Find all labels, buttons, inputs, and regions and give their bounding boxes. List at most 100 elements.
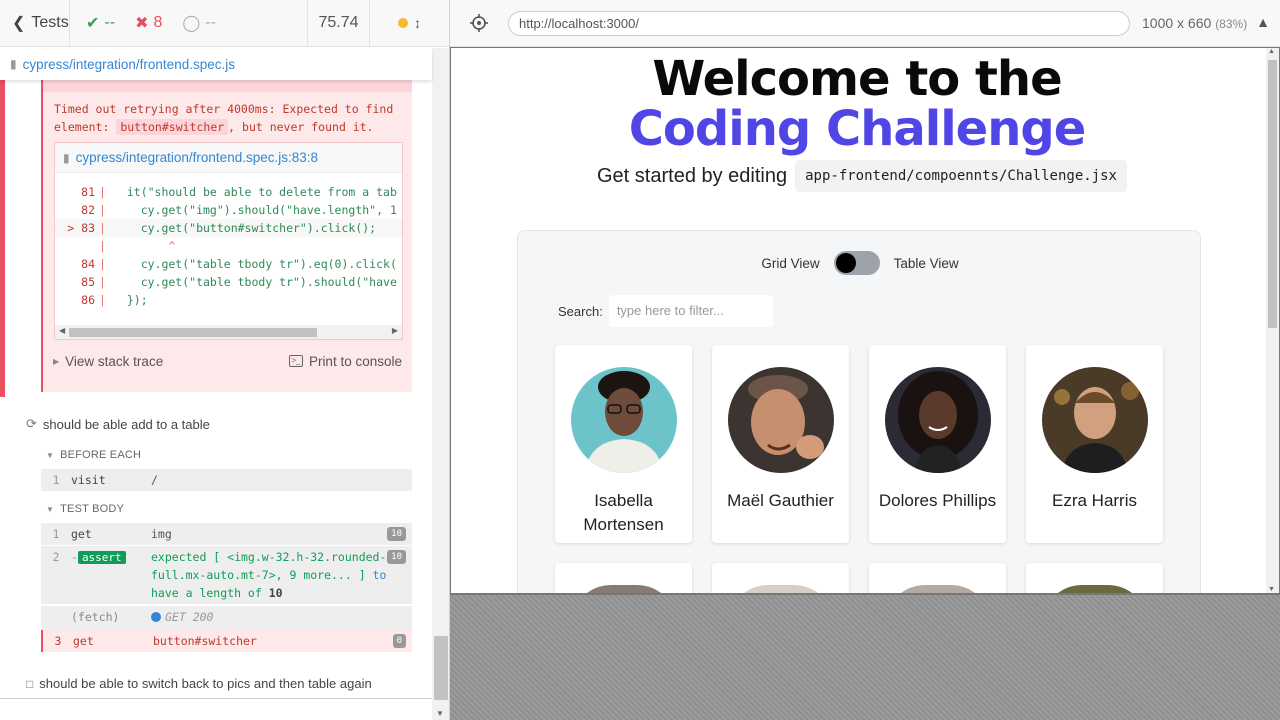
avatar [1042, 367, 1148, 473]
command-row[interactable]: 1 visit / [41, 469, 412, 491]
line-code: cy.get("button#switcher").click(); [113, 221, 377, 235]
command-row-failed[interactable]: 3 get button#switcher 0 [41, 630, 412, 652]
avatar [571, 585, 677, 593]
code-line: > 83 | cy.get("button#switcher").click(); [55, 219, 402, 237]
selector-playground-icon[interactable] [470, 14, 488, 32]
circle-icon: ◯ [182, 15, 201, 32]
code-line: 84 | cy.get("table tbody tr").eq(0).click… [55, 255, 402, 273]
scroll-right-icon[interactable]: ▶ [392, 326, 398, 335]
auto-scroll-toggle[interactable]: ↕ [370, 0, 449, 47]
triangle-down-icon: ▼ [46, 450, 55, 460]
code-frame-scrollbar[interactable]: ◀ ▶ [55, 325, 402, 339]
line-number: 86 [81, 293, 95, 307]
scrollbar-thumb[interactable] [69, 328, 317, 337]
code-frame-file-link[interactable]: ▮ cypress/integration/frontend.spec.js:8… [55, 143, 402, 173]
square-icon: □ [26, 676, 34, 691]
search-label: Search: [558, 303, 603, 319]
line-marker: | [99, 221, 106, 235]
reporter-scrollbar[interactable]: ▼ [432, 48, 449, 720]
portrait-face [605, 388, 643, 436]
line-number: 85 [81, 275, 95, 289]
triangle-down-icon: ▼ [46, 504, 55, 514]
app-under-test-panel: http://localhost:3000/ 1000 x 660 (83%) … [450, 0, 1280, 720]
url-field[interactable]: http://localhost:3000/ [508, 11, 1130, 36]
search-input[interactable]: type here to filter... [608, 295, 773, 327]
scroll-left-icon[interactable]: ◀ [59, 326, 65, 335]
before-each-hook[interactable]: ▼ BEFORE EACH [46, 449, 141, 461]
view-toggle-row: Grid View Table View [518, 251, 1202, 275]
spec-file-link[interactable]: ▮ cypress/integration/frontend.spec.js [0, 48, 432, 80]
person-card[interactable] [555, 563, 692, 593]
line-marker: | [99, 257, 106, 271]
print-to-console-button[interactable]: >_ Print to console [288, 354, 402, 369]
fetch-status-icon [151, 612, 161, 622]
person-card[interactable] [1026, 563, 1163, 593]
pending-stat: ◯ -- [182, 14, 216, 32]
view-switch[interactable] [833, 251, 880, 275]
person-name: Isabella Mortensen [583, 491, 664, 534]
chevron-up-icon[interactable]: ▲ [1256, 14, 1270, 30]
tests-label: Tests [31, 14, 69, 31]
passed-stat: ✔ -- [86, 14, 116, 32]
portrait-image [571, 367, 677, 473]
command-row-assert[interactable]: 2 - assert expected [ <img.w-32.h-32.roun… [41, 546, 412, 604]
page-title-line1: Welcome to the [652, 51, 1062, 107]
count-badge: 10 [387, 550, 406, 564]
scroll-arrows-icon: ↕ [414, 15, 421, 31]
line-code: cy.get("table tbody tr").should("have [113, 275, 397, 289]
person-name: Dolores Phillips [878, 491, 997, 510]
aut-header: http://localhost:3000/ 1000 x 660 (83%) … [450, 0, 1280, 47]
tests-nav-button[interactable]: ❮ Tests [0, 0, 70, 47]
running-indicator-icon [398, 18, 408, 28]
switch-knob [835, 253, 856, 273]
assert-badge: assert [77, 551, 126, 564]
avatar [571, 367, 677, 473]
person-card[interactable]: Maël Gauthier [712, 345, 849, 543]
avatar [728, 367, 834, 473]
person-card[interactable] [869, 563, 1006, 593]
reporter-body: Timed out retrying after 4000ms: Expecte… [0, 80, 432, 700]
line-number [55, 237, 99, 255]
line-marker: | [99, 239, 106, 253]
person-card[interactable]: Isabella Mortensen [555, 345, 692, 543]
error-header [43, 80, 412, 92]
portrait-face [919, 391, 957, 439]
portrait-image [885, 367, 991, 473]
test-body-hook[interactable]: ▼ TEST BODY [46, 503, 124, 515]
scrollbar-thumb[interactable] [434, 636, 448, 700]
app-scrollbar[interactable]: ▲ ▼ [1266, 48, 1279, 593]
test-title-switch-back[interactable]: □ should be able to switch back to pics … [26, 676, 372, 691]
challenge-panel: Grid View Table View Search: type here t… [517, 230, 1201, 593]
person-card[interactable]: Ezra Harris [1026, 345, 1163, 543]
duration: 75.74 [308, 0, 370, 47]
spec-file-path: cypress/integration/frontend.spec.js [22, 56, 235, 72]
subtitle: Get started by editing app-frontend/comp… [597, 160, 1127, 192]
file-icon: ▮ [63, 150, 70, 165]
scroll-up-icon[interactable]: ▲ [1268, 48, 1275, 55]
command-log-panel: ❮ Tests ✔ -- ✖ 8 ◯ -- 75.74 ↕ ▮ cypress/int… [0, 0, 450, 720]
scroll-down-icon[interactable]: ▼ [436, 709, 444, 718]
file-icon: ▮ [10, 57, 17, 71]
terminal-icon: >_ [288, 355, 303, 367]
view-stack-trace-toggle[interactable]: ▶ View stack trace [53, 354, 163, 369]
command-row[interactable]: 1 get img 10 [41, 523, 412, 545]
line-code: ^ [113, 239, 176, 253]
search-row: Search: type here to filter... [558, 295, 773, 327]
avatar [885, 367, 991, 473]
scroll-down-icon[interactable]: ▼ [1268, 586, 1275, 593]
test-title-add-to-table[interactable]: ⟳ should be able add to a table [26, 416, 210, 432]
portrait-image [728, 367, 834, 473]
viewport-info[interactable]: 1000 x 660 (83%) [1142, 15, 1247, 31]
scrollbar-thumb[interactable] [1268, 60, 1277, 328]
line-code: }); [113, 293, 148, 307]
person-card[interactable] [712, 563, 849, 593]
portrait-image [1042, 367, 1148, 473]
person-card[interactable]: Dolores Phillips [869, 345, 1006, 543]
error-selector: button#switcher [116, 119, 229, 135]
line-marker: | [99, 203, 106, 217]
test-stats: ✔ -- ✖ 8 ◯ -- [70, 0, 308, 47]
grid-view-label: Grid View [761, 255, 820, 271]
line-number: > 83 [67, 221, 95, 235]
error-footer: ▶ View stack trace >_ Print to console [43, 346, 412, 376]
line-code: cy.get("img").should("have.length", 1 [113, 203, 397, 217]
